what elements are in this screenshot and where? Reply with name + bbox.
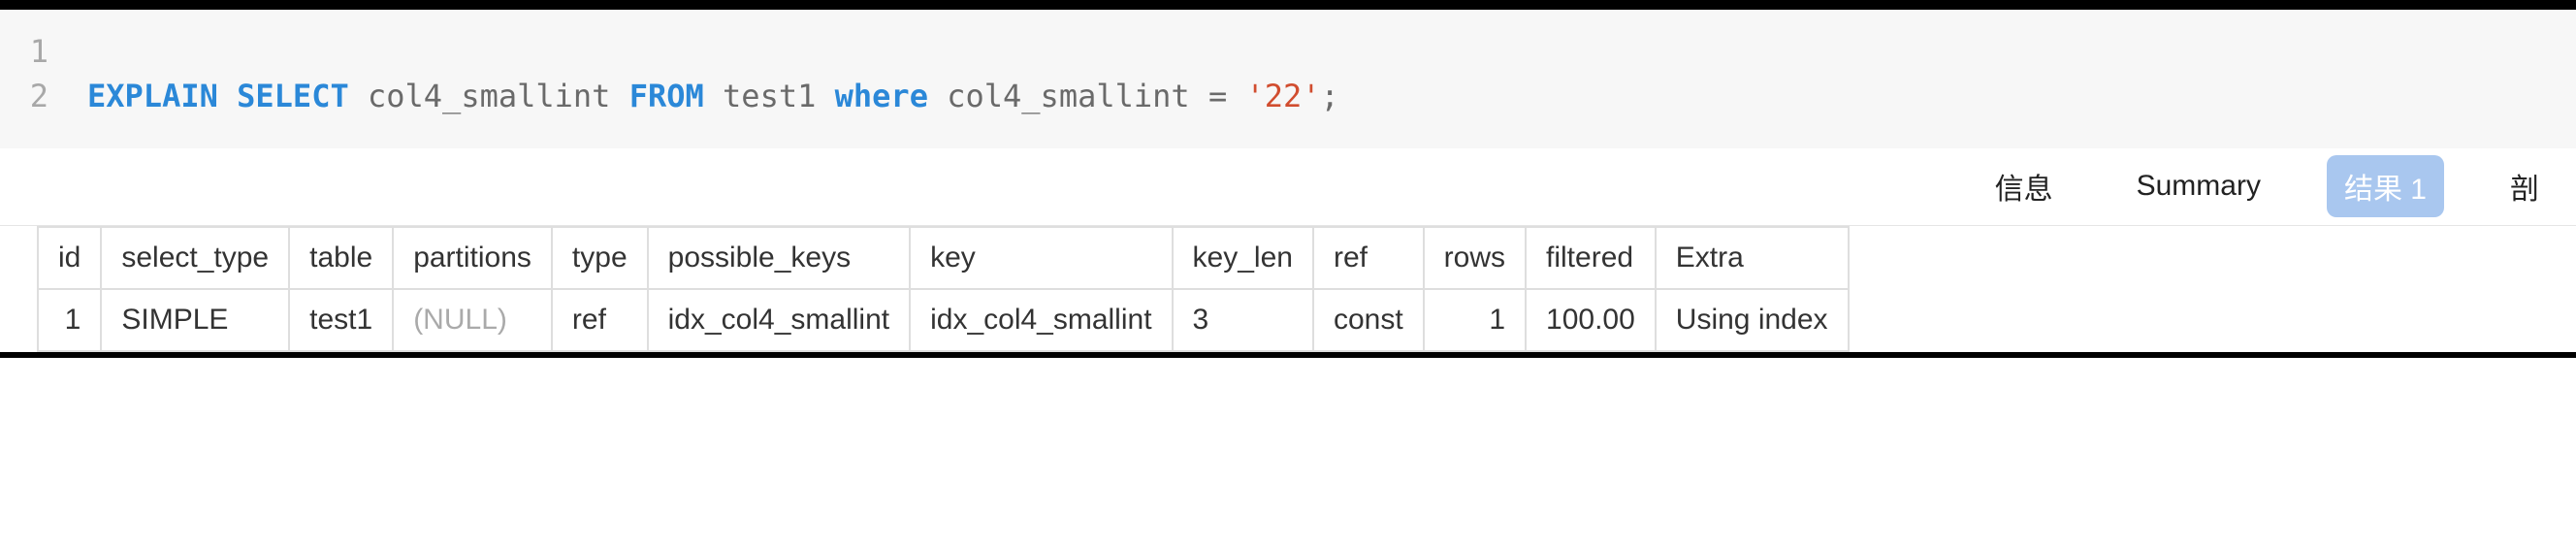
table-row[interactable]: 1SIMPLEtest1(NULL)refidx_col4_smallintid…	[38, 289, 1849, 351]
tab-summary[interactable]: Summary	[2119, 160, 2278, 212]
column-header-select_type[interactable]: select_type	[101, 227, 289, 289]
tab-result-1[interactable]: 结果 1	[2327, 155, 2444, 217]
column-header-id[interactable]: id	[38, 227, 101, 289]
cell-select_type: SIMPLE	[101, 289, 289, 351]
column-header-ref[interactable]: ref	[1313, 227, 1424, 289]
code-line[interactable]: EXPLAIN SELECT col4_smallint FROM test1 …	[87, 74, 1339, 118]
column-header-key_len[interactable]: key_len	[1173, 227, 1313, 289]
line-number: 2	[0, 74, 87, 118]
cell-Extra: Using index	[1656, 289, 1849, 351]
tab-cutoff[interactable]: 剖	[2493, 155, 2557, 217]
cell-key: idx_col4_smallint	[910, 289, 1172, 351]
line-number: 1	[0, 29, 87, 74]
cell-id: 1	[38, 289, 101, 351]
cell-type: ref	[552, 289, 648, 351]
results-panel: idselect_typetablepartitionstypepossible…	[0, 226, 2576, 352]
column-header-possible_keys[interactable]: possible_keys	[648, 227, 910, 289]
sql-editor[interactable]: 12EXPLAIN SELECT col4_smallint FROM test…	[0, 10, 2576, 148]
tab-info[interactable]: 信息	[1978, 155, 2071, 217]
cell-partitions: (NULL)	[393, 289, 552, 351]
cell-possible_keys: idx_col4_smallint	[648, 289, 910, 351]
cell-key_len: 3	[1173, 289, 1313, 351]
table-header-row: idselect_typetablepartitionstypepossible…	[38, 227, 1849, 289]
column-header-partitions[interactable]: partitions	[393, 227, 552, 289]
column-header-rows[interactable]: rows	[1424, 227, 1526, 289]
column-header-filtered[interactable]: filtered	[1526, 227, 1656, 289]
cell-rows: 1	[1424, 289, 1526, 351]
column-header-type[interactable]: type	[552, 227, 648, 289]
table-body: 1SIMPLEtest1(NULL)refidx_col4_smallintid…	[38, 289, 1849, 351]
cell-filtered: 100.00	[1526, 289, 1656, 351]
column-header-Extra[interactable]: Extra	[1656, 227, 1849, 289]
column-header-table[interactable]: table	[289, 227, 393, 289]
results-tabs-bar: 信息 Summary 结果 1 剖	[0, 148, 2576, 226]
cell-ref: const	[1313, 289, 1424, 351]
column-header-key[interactable]: key	[910, 227, 1172, 289]
cell-table: test1	[289, 289, 393, 351]
explain-result-table: idselect_typetablepartitionstypepossible…	[37, 226, 1850, 352]
